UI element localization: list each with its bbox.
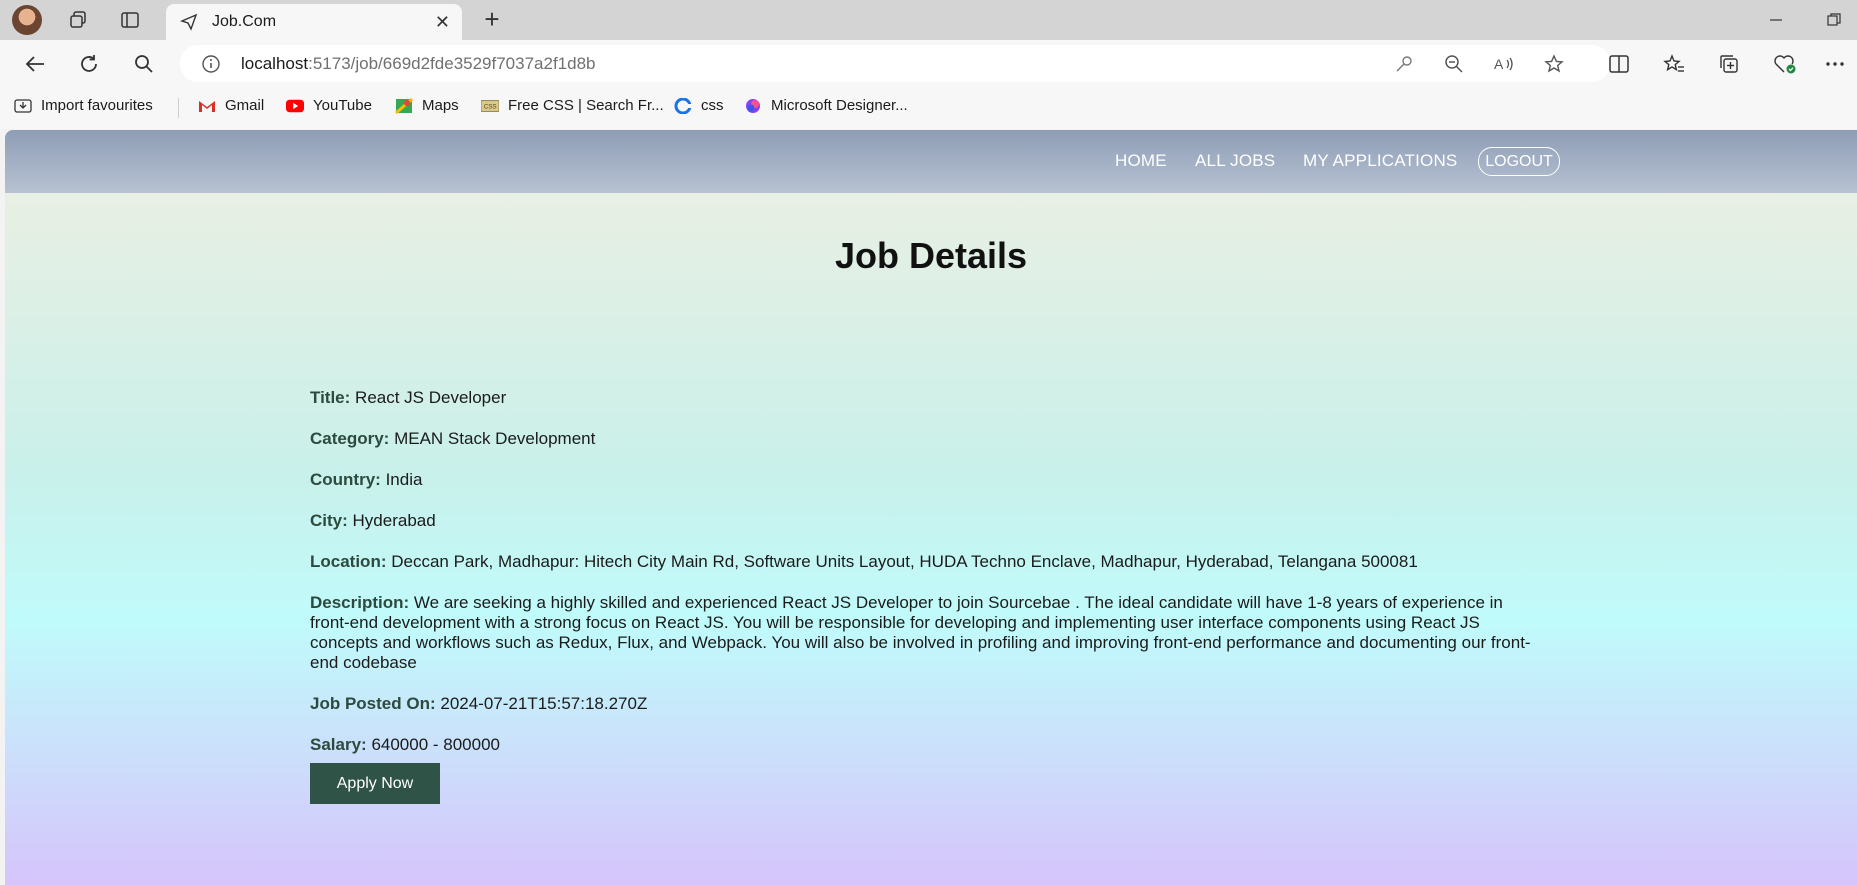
- active-tab[interactable]: Job.Com ✕: [166, 4, 462, 40]
- field-label: Salary:: [310, 735, 367, 754]
- url-host: localhost: [241, 54, 309, 73]
- favorites-icon[interactable]: [1657, 47, 1691, 81]
- field-value: React JS Developer: [355, 388, 507, 407]
- field-value: We are seeking a highly skilled and expe…: [310, 593, 1531, 672]
- site-info-icon[interactable]: [198, 52, 224, 76]
- new-tab-button[interactable]: +: [476, 5, 508, 35]
- web-page: HOME ALL JOBS MY APPLICATIONS LOGOUT Job…: [5, 130, 1857, 885]
- bookmark-label: Microsoft Designer...: [771, 97, 908, 114]
- job-category-row: Category: MEAN Stack Development: [310, 429, 1540, 449]
- bookmarks-bar: Import favourites Gmail YouTube Maps CSS…: [0, 87, 1857, 129]
- close-tab-icon[interactable]: ✕: [435, 13, 450, 31]
- favorite-star-icon[interactable]: [1541, 52, 1567, 76]
- tab-strip: Job.Com ✕ +: [0, 0, 1857, 40]
- tab-title: Job.Com: [212, 13, 277, 30]
- freecss-icon: CSS: [481, 99, 499, 112]
- field-value: MEAN Stack Development: [394, 429, 596, 448]
- logout-button[interactable]: LOGOUT: [1478, 147, 1560, 176]
- key-icon[interactable]: [1391, 52, 1417, 76]
- field-label: Description:: [310, 593, 410, 612]
- field-value: 640000 - 800000: [371, 735, 500, 754]
- job-details: Title: React JS Developer Category: MEAN…: [310, 388, 1540, 776]
- bookmark-free-css[interactable]: CSS Free CSS | Search Fr...: [481, 97, 664, 114]
- field-label: Title:: [310, 388, 351, 407]
- nav-my-applications-link[interactable]: MY APPLICATIONS: [1303, 151, 1457, 171]
- vertical-tabs-icon[interactable]: [114, 5, 146, 35]
- collections-icon[interactable]: [1712, 47, 1746, 81]
- bookmark-microsoft-designer[interactable]: Microsoft Designer...: [744, 97, 908, 114]
- job-title-row: Title: React JS Developer: [310, 388, 1540, 408]
- url-text[interactable]: localhost:5173/job/669d2fde3529f7037a2f1…: [241, 54, 596, 74]
- field-value: 2024-07-21T15:57:18.270Z: [440, 694, 648, 713]
- bookmark-label: Gmail: [225, 97, 265, 114]
- restore-icon[interactable]: [1811, 0, 1857, 40]
- svg-text:CSS: CSS: [484, 103, 497, 110]
- bookmark-label: Maps: [422, 97, 459, 114]
- bookmark-label: YouTube: [313, 97, 372, 114]
- field-value: Hyderabad: [352, 511, 436, 530]
- profile-avatar[interactable]: [12, 5, 42, 35]
- refresh-icon[interactable]: [72, 47, 106, 81]
- url-path: :5173/job/669d2fde3529f7037a2f1d8b: [308, 54, 596, 73]
- field-label: City:: [310, 511, 348, 530]
- page-title: Job Details: [834, 235, 1028, 276]
- nav-all-jobs-link[interactable]: ALL JOBS: [1195, 151, 1275, 171]
- bookmark-separator: [178, 98, 179, 118]
- more-options-icon[interactable]: [1818, 47, 1852, 81]
- address-bar[interactable]: localhost:5173/job/669d2fde3529f7037a2f1…: [180, 45, 1610, 82]
- svg-text:A: A: [1494, 56, 1504, 72]
- field-label: Job Posted On:: [310, 694, 436, 713]
- field-label: Location:: [310, 552, 387, 571]
- minimize-icon[interactable]: [1753, 0, 1799, 40]
- nav-home-link[interactable]: HOME: [1115, 151, 1167, 171]
- designer-icon: [746, 98, 760, 113]
- read-aloud-icon[interactable]: A: [1491, 52, 1517, 76]
- workspaces-icon[interactable]: [62, 5, 94, 35]
- job-country-row: Country: India: [310, 470, 1540, 490]
- job-salary-row: Salary: 640000 - 800000: [310, 735, 1540, 755]
- bookmark-css[interactable]: css: [674, 97, 724, 114]
- job-description-row: Description: We are seeking a highly ski…: [310, 593, 1540, 673]
- job-posted-row: Job Posted On: 2024-07-21T15:57:18.270Z: [310, 694, 1540, 714]
- apply-now-button[interactable]: Apply Now: [310, 763, 440, 804]
- youtube-icon: [286, 99, 304, 112]
- bookmark-label: Import favourites: [41, 97, 153, 114]
- site-navbar: HOME ALL JOBS MY APPLICATIONS LOGOUT: [5, 130, 1857, 193]
- back-arrow-icon[interactable]: [18, 47, 52, 81]
- bookmark-import-favourites[interactable]: Import favourites: [14, 97, 153, 114]
- browser-toolbar: localhost:5173/job/669d2fde3529f7037a2f1…: [0, 40, 1857, 87]
- gmail-icon: [199, 100, 215, 112]
- bookmark-gmail[interactable]: Gmail: [198, 97, 264, 114]
- split-screen-icon[interactable]: [1602, 47, 1636, 81]
- bookmark-label: css: [701, 97, 724, 114]
- field-label: Country:: [310, 470, 381, 489]
- field-value: Deccan Park, Madhapur: Hitech City Main …: [391, 552, 1418, 571]
- job-city-row: City: Hyderabad: [310, 511, 1540, 531]
- maps-icon: [395, 97, 413, 114]
- field-label: Category:: [310, 429, 390, 448]
- field-value: India: [385, 470, 423, 489]
- search-icon[interactable]: [127, 47, 161, 81]
- browser-essentials-icon[interactable]: [1768, 47, 1802, 81]
- bookmark-youtube[interactable]: YouTube: [286, 97, 372, 114]
- job-location-row: Location: Deccan Park, Madhapur: Hitech …: [310, 552, 1540, 572]
- zoom-out-icon[interactable]: [1441, 52, 1467, 76]
- bookmark-maps[interactable]: Maps: [395, 97, 459, 114]
- import-icon: [14, 98, 32, 113]
- bookmark-label: Free CSS | Search Fr...: [508, 97, 664, 114]
- css-icon: [674, 97, 692, 114]
- paper-plane-icon: [180, 13, 198, 31]
